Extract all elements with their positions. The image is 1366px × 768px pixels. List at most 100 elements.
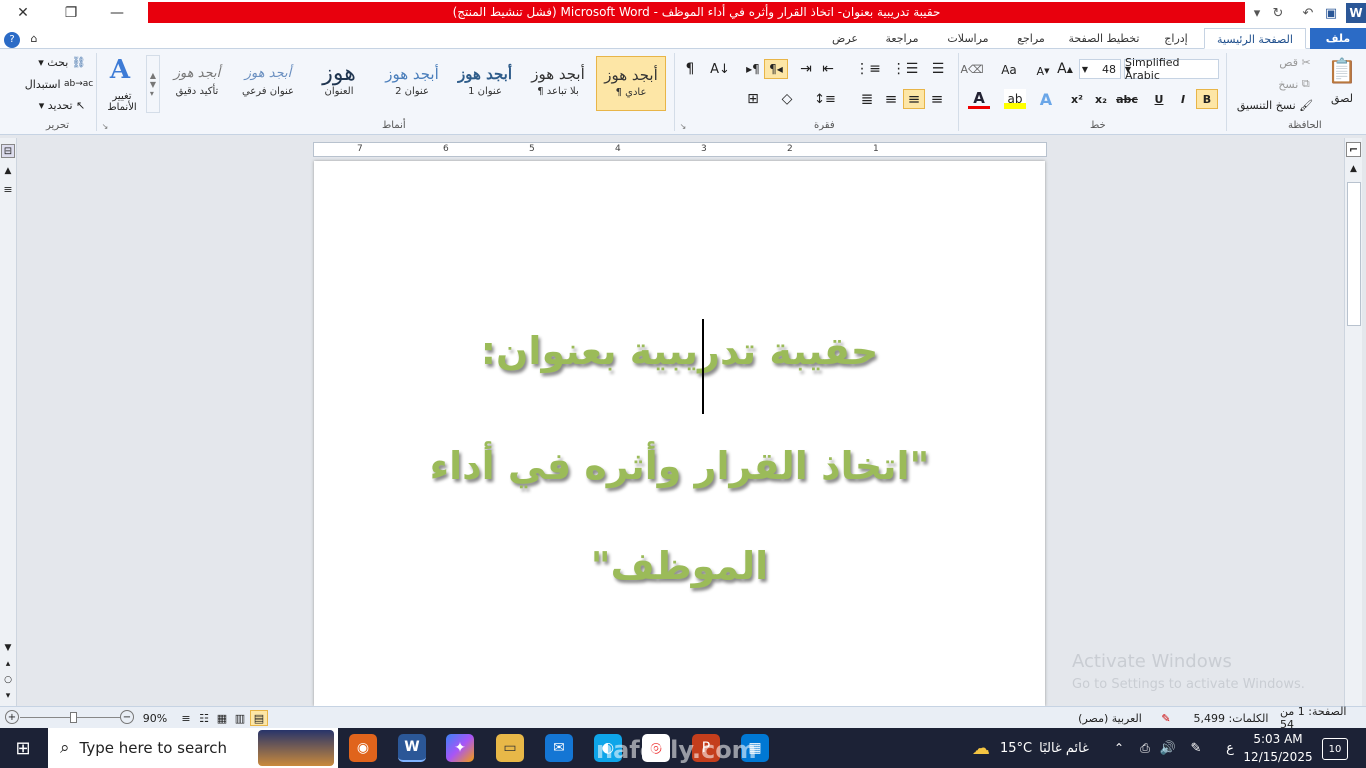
outline-view-icon[interactable]: ☷	[196, 710, 212, 726]
font-color-icon[interactable]: A	[968, 89, 990, 109]
tab-view[interactable]: عرض	[825, 28, 865, 49]
align-right-icon[interactable]: ≡	[926, 89, 948, 109]
align-left-icon[interactable]: ≡	[880, 89, 902, 109]
style-no-spacing[interactable]: أبجد هوز ¶ بلا تباعد	[523, 56, 593, 111]
minimize-button[interactable]: —	[94, 0, 140, 26]
styles-scroll-control[interactable]: ▲ ▼ ▾	[146, 55, 160, 113]
customize-qat-icon[interactable]: ▾	[1247, 3, 1267, 23]
save-icon[interactable]: ▣	[1321, 3, 1341, 23]
weather-temp[interactable]: 15°C	[998, 738, 1034, 758]
scroll-up-icon[interactable]: ▲	[1346, 162, 1361, 176]
horizontal-ruler[interactable]: 7 6 5 4 3 2 1	[313, 142, 1047, 157]
redo-icon[interactable]: ↻	[1268, 3, 1288, 23]
tab-home[interactable]: الصفحة الرئيسية	[1204, 28, 1306, 49]
zoom-slider-thumb[interactable]	[70, 712, 77, 723]
windows-start-icon[interactable]: ⊞	[8, 736, 38, 760]
clock-date[interactable]: 12/15/2025	[1243, 749, 1312, 765]
pen-icon[interactable]: ✎	[1186, 738, 1206, 758]
tab-insert[interactable]: إدراج	[1156, 28, 1196, 49]
doc-subtitle-line[interactable]: الموظف"	[314, 544, 1045, 588]
doc-subtitle-line[interactable]: "اتخاذ القرار وأثره في أداء	[314, 444, 1045, 488]
dialog-launcher-icon[interactable]: ↘	[100, 120, 110, 132]
previous-page-icon[interactable]: ▴	[1, 658, 15, 670]
paste-button[interactable]: لصق	[1322, 91, 1362, 105]
strikethrough-button[interactable]: abc	[1114, 89, 1140, 109]
change-styles-icon[interactable]: A	[102, 54, 138, 86]
line-spacing-icon[interactable]: ↕≡	[812, 89, 838, 109]
zoom-in-icon[interactable]: +	[5, 710, 19, 724]
doc-title-line[interactable]: حقيبة تدريبية بعنوان:	[314, 329, 1045, 373]
tab-page-layout[interactable]: تخطيط الصفحة	[1064, 28, 1144, 49]
copilot-icon[interactable]: ✦	[446, 734, 474, 762]
zoom-out-icon[interactable]: −	[120, 710, 134, 724]
weather-icon[interactable]: ☁	[966, 734, 996, 762]
word-logo-icon[interactable]: W	[1346, 3, 1366, 23]
clock-time[interactable]: 5:03 AM	[1246, 731, 1310, 747]
chevron-down-icon[interactable]: ▼	[1123, 63, 1133, 75]
word-count[interactable]: الكلمات: 5,499	[1186, 710, 1276, 726]
rtl-direction-icon[interactable]: ¶◂	[764, 59, 788, 79]
bullets-icon[interactable]: ☰	[928, 59, 948, 79]
grow-font-icon[interactable]: A ▲	[1056, 60, 1074, 78]
change-styles-button[interactable]: تغيير الأنماط	[100, 89, 144, 115]
borders-icon[interactable]: ⊞	[742, 89, 764, 109]
font-name-select[interactable]: Simplified Arabic	[1124, 56, 1219, 82]
align-center-icon[interactable]: ≡	[903, 89, 925, 109]
view-icon[interactable]: ≡	[1, 182, 15, 196]
subscript-button[interactable]: x₂	[1092, 89, 1110, 109]
tab-review[interactable]: مراجعة	[878, 28, 926, 49]
copy-button[interactable]: نسخ ⧉	[1268, 76, 1320, 92]
style-heading-2[interactable]: أبجد هوز عنوان 2	[377, 56, 447, 111]
collapse-ribbon-icon[interactable]: ⌂	[24, 28, 44, 49]
justify-icon[interactable]: ≣	[856, 89, 878, 109]
scroll-up-icon[interactable]: ▲	[1, 164, 15, 178]
language-indicator[interactable]: العربية (مصر)	[1070, 710, 1150, 726]
scroll-down-icon[interactable]: ▼	[1, 642, 15, 654]
search-highlight-image[interactable]	[258, 730, 334, 766]
sort-icon[interactable]: A↓	[708, 59, 732, 79]
taskbar-search[interactable]: ⌕ Type here to search	[48, 728, 338, 768]
italic-button[interactable]: I	[1174, 89, 1192, 109]
find-button[interactable]: ▾ بحث ⛓	[34, 54, 90, 70]
clear-formatting-icon[interactable]: A⌫	[960, 59, 983, 79]
proofing-icon[interactable]: ✎	[1156, 710, 1176, 726]
style-subtitle[interactable]: أبجد هوز عنوان فرعي	[233, 56, 303, 111]
select-button[interactable]: ▾ تحديد ↖	[34, 97, 90, 113]
multilevel-list-icon[interactable]: ⋮≡	[855, 59, 881, 79]
show-marks-icon[interactable]: ¶	[680, 59, 700, 79]
ruler-corner-icon[interactable]: ⌐	[1346, 142, 1361, 157]
volume-icon[interactable]: 🔊	[1158, 738, 1178, 758]
cut-button[interactable]: قص ✂	[1270, 54, 1320, 70]
format-painter-button[interactable]: نسخ التنسيق 🖌	[1230, 97, 1320, 113]
style-subtle-emphasis[interactable]: أبجد هوز تأكيد دقيق	[162, 56, 232, 111]
file-explorer-icon[interactable]: ▭	[496, 734, 524, 762]
print-layout-icon[interactable]: ▤	[250, 710, 268, 726]
ruler-toggle-icon[interactable]: ⊟	[1, 144, 15, 158]
web-layout-icon[interactable]: ▦	[214, 710, 230, 726]
superscript-button[interactable]: x²	[1068, 89, 1086, 109]
outlook-icon[interactable]: ✉	[545, 734, 573, 762]
decrease-indent-icon[interactable]: ⇤	[818, 59, 838, 79]
increase-indent-icon[interactable]: ⇥	[796, 59, 816, 79]
zoom-level[interactable]: 90%	[138, 710, 172, 726]
weather-text[interactable]: غائم غالبًا	[1034, 738, 1094, 758]
style-normal[interactable]: أبجد هوز ¶ عادي	[596, 56, 666, 111]
style-heading-1[interactable]: أبجد هوز عنوان 1	[450, 56, 520, 111]
network-icon[interactable]: ⎙	[1136, 738, 1154, 758]
page-count[interactable]: الصفحة: 1 من 54	[1280, 705, 1360, 731]
tab-file[interactable]: ملف	[1310, 28, 1366, 49]
change-case-button[interactable]: Aa	[996, 61, 1022, 79]
maximize-button[interactable]: ❐	[48, 0, 94, 26]
bold-button[interactable]: B	[1196, 89, 1218, 109]
shading-icon[interactable]: ◇	[776, 89, 798, 109]
tab-references[interactable]: مراجع	[1010, 28, 1052, 49]
dialog-launcher-icon[interactable]: ↘	[678, 120, 688, 132]
paste-icon[interactable]: 📋	[1326, 53, 1358, 89]
shrink-font-icon[interactable]: A ▼	[1034, 62, 1052, 80]
help-icon[interactable]: ?	[2, 28, 22, 49]
chevron-down-icon[interactable]: ▼	[1080, 63, 1090, 75]
draft-view-icon[interactable]: ≡	[178, 710, 194, 726]
close-button[interactable]: ✕	[0, 0, 46, 26]
next-page-icon[interactable]: ▾	[1, 690, 15, 702]
numbering-icon[interactable]: ⋮☰	[892, 59, 919, 79]
